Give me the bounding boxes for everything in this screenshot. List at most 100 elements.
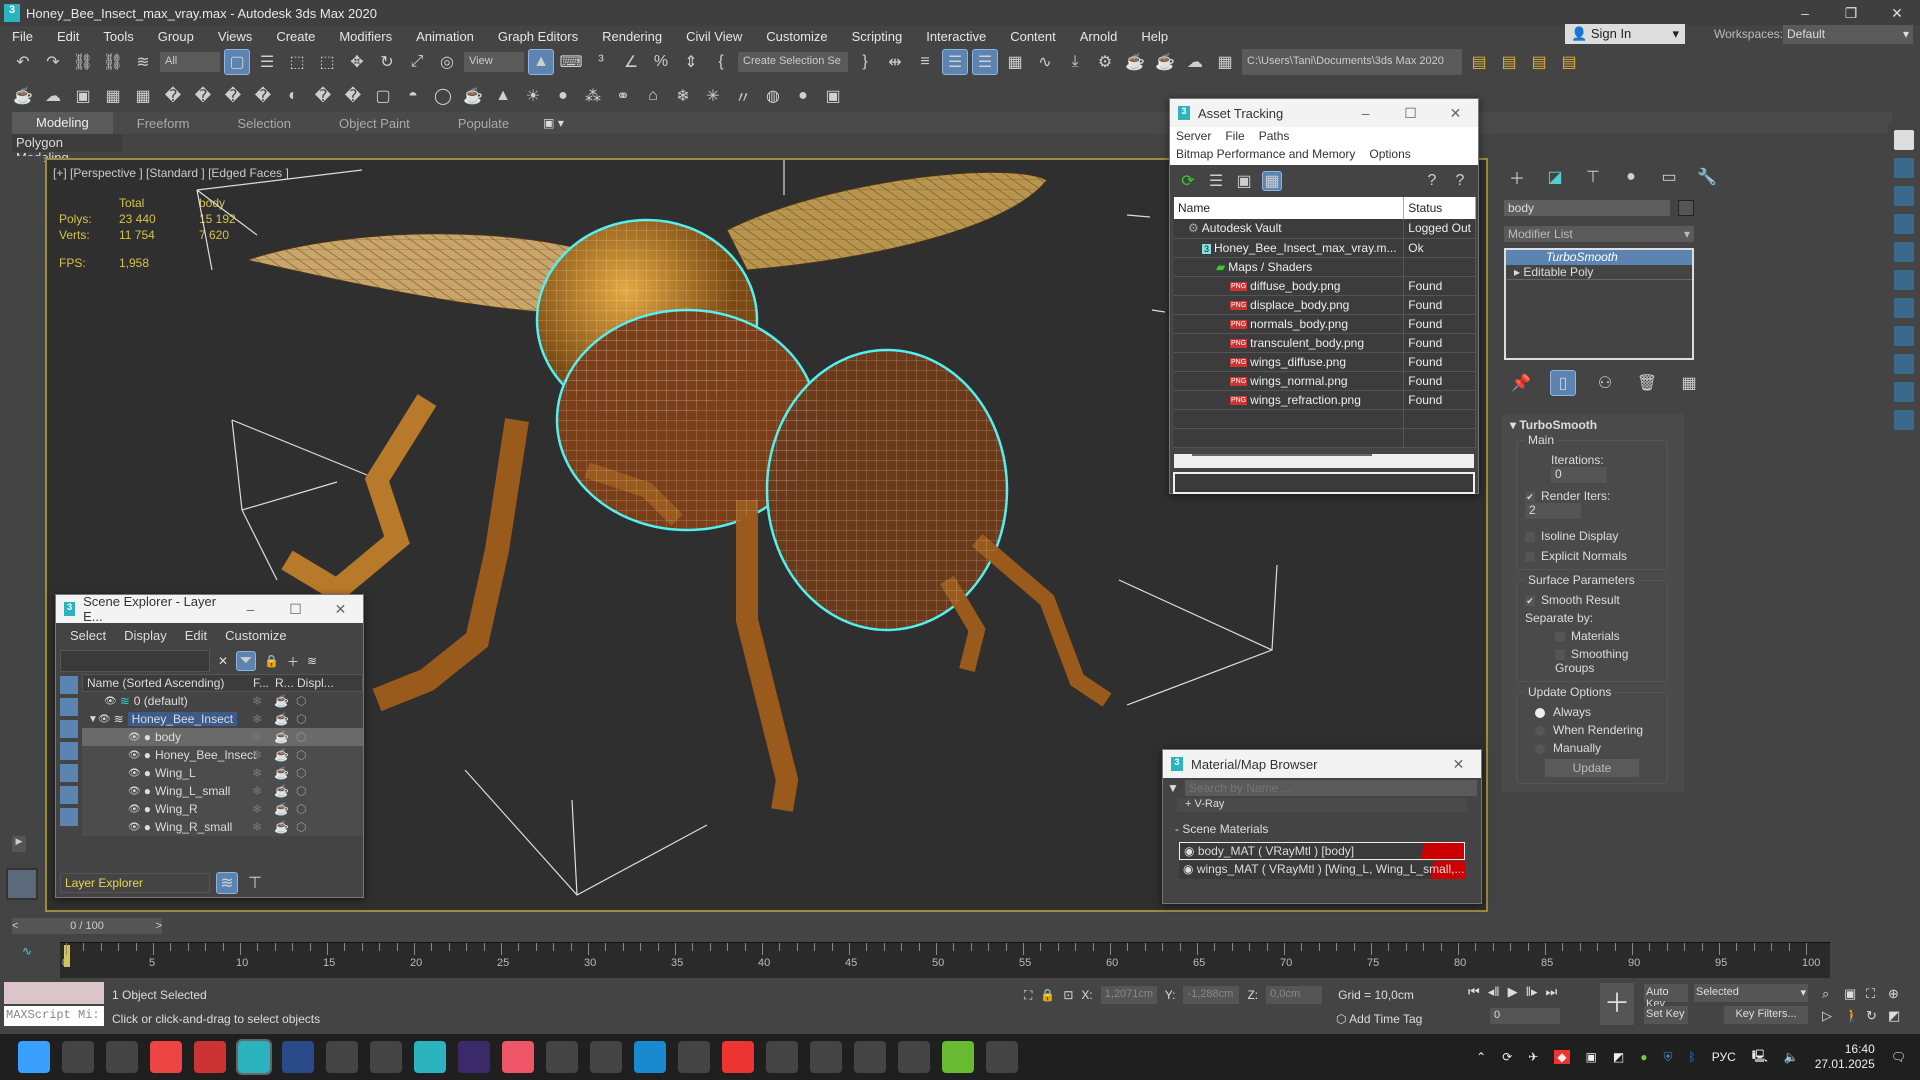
box-icon[interactable] [1894,382,1914,402]
select-by-name-icon[interactable]: ☰ [254,49,280,75]
visibility-icon[interactable]: 👁 [128,768,141,779]
manually-radio[interactable] [1535,743,1545,754]
column-frozen[interactable]: F... [253,676,275,690]
zoom-all-icon[interactable]: ▣ [1844,986,1866,1002]
render-icon[interactable] [1894,410,1914,430]
next-key-icon[interactable]: ‖▸ [1526,984,1538,1000]
network-lock-icon[interactable]: ▣ [1586,1050,1597,1064]
lights-filter-icon[interactable] [60,720,78,738]
tray-overflow-icon[interactable]: ⌃ [1476,1050,1486,1064]
display-icon[interactable]: ⬡ [296,820,306,834]
cone-icon[interactable]: ◓ [400,83,426,109]
expand-icon[interactable]: ▼ [88,714,98,725]
cloud-icon[interactable]: ☁ [40,83,66,109]
absolute-mode-icon[interactable]: ⊡ [1063,988,1073,1002]
spinner-snap-icon[interactable]: ⇕ [678,49,704,75]
particles-icon[interactable]: ▲ [490,83,516,109]
maxscript-mini-input[interactable]: MAXScript Mi: [4,1006,104,1026]
renderable-icon[interactable]: ☕ [274,712,296,726]
materials-checkbox[interactable] [1555,631,1565,642]
asset-row[interactable]: ▰ Maps / Shaders [1174,257,1476,277]
display-icon[interactable]: ⬡ [296,766,306,780]
modifier-list-dropdown[interactable]: Modifier List ▾ [1504,226,1694,242]
notifications-icon[interactable]: 🗨 [1891,1050,1906,1064]
stack-item-turbosmooth[interactable]: TurboSmooth [1506,250,1692,265]
help-icon[interactable]: ? [1422,171,1442,191]
list-view-icon[interactable]: ☰ [1206,171,1226,191]
utilities-tab-icon[interactable]: 🔧 [1694,164,1720,190]
maximize-button[interactable]: ☐ [1388,105,1433,122]
minimize-button[interactable]: – [228,601,273,618]
sign-in-button[interactable]: 👤 Sign In ▾ [1565,24,1685,44]
scene-menu-edit[interactable]: Edit [185,628,207,643]
edge-icon[interactable] [634,1041,666,1073]
display-icon[interactable]: ⬡ [296,730,306,744]
yandex-icon[interactable] [722,1041,754,1073]
anydesk-icon[interactable]: ◆ [1554,1050,1570,1064]
renderable-icon[interactable]: ☕ [274,748,296,762]
freeze-icon[interactable]: ❄ [252,694,274,708]
scene-materials-group[interactable]: - Scene Materials [1169,822,1473,836]
placement-icon[interactable]: ◎ [434,49,460,75]
menu-animation[interactable]: Animation [404,29,486,44]
asset-row[interactable]: PNG diffuse_body.png Found [1174,276,1476,296]
display-icon[interactable]: ⬡ [296,802,306,816]
app2-icon[interactable] [678,1041,710,1073]
asset-row[interactable]: PNG wings_diffuse.png Found [1174,352,1476,372]
sphere-icon[interactable]: � [310,83,336,109]
always-radio[interactable] [1535,707,1545,718]
scene-row[interactable]: 👁 ● Wing_R_small ❄ ☕ ⬡ [82,818,363,836]
zoom-icon[interactable]: ⌕ [1822,986,1844,1002]
close-button[interactable]: ✕ [318,601,363,618]
close-button[interactable]: ✕ [1874,0,1920,26]
material-editor-icon[interactable]: ⤓ [1062,49,1088,75]
project-set-icon[interactable]: ▤ [1466,49,1492,75]
key-filters-button[interactable]: Key Filters... [1724,1006,1808,1024]
workspace-dropdown[interactable]: Default ▾ [1783,25,1913,44]
key-mode-dropdown[interactable]: Selected ▾ [1694,984,1808,1002]
visibility-icon[interactable]: 👁 [128,732,141,743]
asset-tracking-titlebar[interactable]: 3 Asset Tracking – ☐ ✕ [1170,99,1478,127]
undo-icon[interactable]: ↶ [10,49,36,75]
freeze-icon[interactable]: ❄ [252,802,274,816]
unlink-icon[interactable]: ⛓ [100,49,126,75]
search-icon[interactable] [546,1041,578,1073]
renderable-icon[interactable]: ☕ [274,784,296,798]
when-rendering-radio[interactable] [1535,725,1545,736]
visibility-icon[interactable]: 👁 [98,714,111,725]
ribbon-tab-freeform[interactable]: Freeform [113,116,214,131]
folder-icon[interactable] [898,1041,930,1073]
window-crossing-icon[interactable]: ⬚ [314,49,340,75]
app-icon[interactable] [326,1041,358,1073]
named-selection-dropdown[interactable]: Create Selection Se [738,52,848,72]
terminal-icon[interactable] [766,1041,798,1073]
box-icon[interactable]: ◐ [280,83,306,109]
basket-icon[interactable]: ▢ [370,83,396,109]
minimize-button[interactable]: – [1782,0,1828,26]
object-name-field[interactable]: body [1504,200,1670,216]
column-status[interactable]: Status [1403,197,1476,219]
maximize-button[interactable]: ☐ [273,601,318,618]
asset-menu-paths[interactable]: Paths [1259,129,1290,143]
asset-row[interactable]: ⚙ Autodesk Vault Logged Out [1174,219,1476,239]
render-setup-icon[interactable]: ⚙ [1092,49,1118,75]
menu-create[interactable]: Create [264,29,327,44]
snowflake-icon[interactable]: ⁂ [580,83,606,109]
mesh-icon[interactable]: ● [550,83,576,109]
refresh-icon[interactable]: ⟳ [1178,171,1198,191]
layers-icon[interactable] [1894,354,1914,374]
bind-spacewarp-icon[interactable]: ≋ [130,49,156,75]
ribbon-tab-modeling[interactable]: Modeling [12,112,113,134]
material-search-input[interactable] [1184,780,1477,796]
asset-row[interactable]: PNG normals_body.png Found [1174,314,1476,334]
scene-row[interactable]: 👁 ● Wing_L ❄ ☕ ⬡ [82,764,363,782]
menu-file[interactable]: File [0,29,45,44]
renderable-icon[interactable]: ☕ [274,766,296,780]
z-field[interactable]: 0,0cm [1266,986,1323,1004]
render-iters-spinner[interactable]: 2 [1525,503,1581,519]
material-item-wings[interactable]: ◉ wings_MAT ( VRayMtl ) [Wing_L, Wing_L_… [1179,861,1465,879]
update-button[interactable]: Update [1545,759,1639,777]
freeze-icon[interactable]: ❄ [252,766,274,780]
cameras-filter-icon[interactable] [60,742,78,760]
camera-icon[interactable]: � [190,83,216,109]
